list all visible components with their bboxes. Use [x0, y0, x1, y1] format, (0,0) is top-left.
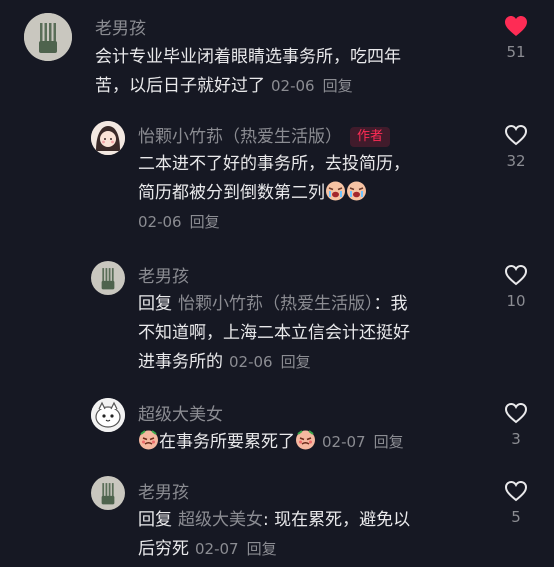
- comment-username[interactable]: 怡颗小竹荪（热爱生活版）: [138, 127, 342, 147]
- comment-date: 02-07: [195, 540, 239, 558]
- comment-date: 02-06: [229, 353, 273, 371]
- reply-to-user[interactable]: 怡颗小竹荪（热爱生活版）: [178, 294, 374, 314]
- comment-line: 二本进不了好的事务所，去投简历，: [138, 154, 410, 174]
- comment-text: 在事务所要累死了 02-07 回复: [138, 428, 404, 457]
- avatar[interactable]: [91, 476, 125, 510]
- like-count: 51: [506, 43, 526, 61]
- like-count: 5: [511, 508, 521, 526]
- reply-prefix: 回复: [138, 294, 172, 314]
- comment-line: 苦，以后日子就好过了 02-06 回复: [95, 76, 353, 96]
- reply-button[interactable]: 回复: [281, 353, 311, 371]
- angry-face-emoji: [295, 429, 316, 450]
- comment-line: 回复 超级大美女: 现在累死，避免以: [138, 510, 411, 530]
- heart-filled-icon: [505, 16, 527, 36]
- angry-face-emoji: [138, 429, 159, 450]
- reply-button[interactable]: 回复: [247, 540, 277, 558]
- heart-outline-icon: [504, 264, 528, 286]
- comment-line: 在事务所要累死了 02-07 回复: [138, 428, 404, 457]
- comment-date: 02-07: [322, 433, 366, 451]
- comment-date: 02-06: [138, 213, 182, 231]
- author-badge: 作者: [350, 127, 391, 147]
- comment-text: 回复 超级大美女: 现在累死，避免以 后穷死 02-07 回复: [138, 506, 410, 564]
- reply-button[interactable]: 回复: [374, 433, 404, 451]
- comb-avatar-icon: [91, 476, 125, 510]
- comment-line: 进事务所的 02-06 回复: [138, 352, 311, 372]
- like-button[interactable]: 51: [496, 15, 536, 61]
- like-button[interactable]: 5: [496, 480, 536, 526]
- comment-username[interactable]: 老男孩: [138, 478, 189, 503]
- like-button[interactable]: 10: [496, 264, 536, 310]
- reply-button[interactable]: 回复: [323, 77, 353, 95]
- avatar[interactable]: [91, 398, 125, 432]
- crying-face-emoji: [325, 180, 346, 201]
- cartoon-avatar-icon: [91, 398, 125, 432]
- comment-text: 二本进不了好的事务所，去投简历， 简历都被分到倒数第二列 02-06 回复: [138, 150, 410, 237]
- avatar[interactable]: [91, 261, 125, 295]
- heart-outline-icon: [504, 124, 528, 146]
- like-count: 32: [506, 152, 526, 170]
- reply-button[interactable]: 回复: [190, 213, 220, 231]
- like-button[interactable]: 3: [496, 402, 536, 448]
- comment-username[interactable]: 超级大美女: [138, 400, 223, 425]
- crying-face-emoji: [346, 180, 367, 201]
- comment-line: 简历都被分到倒数第二列: [138, 179, 410, 208]
- reply-to-user[interactable]: 超级大美女: [178, 510, 263, 530]
- heart-outline-icon: [504, 402, 528, 424]
- comment-line: 回复 怡颗小竹荪（热爱生活版）：我: [138, 294, 408, 314]
- comment-username-row: 怡颗小竹荪（热爱生活版） 作者: [138, 122, 391, 147]
- avatar[interactable]: [24, 13, 72, 61]
- comment-line: 不知道啊，上海二本立信会计还挺好: [138, 323, 410, 343]
- comment-username[interactable]: 老男孩: [95, 14, 146, 39]
- girl-avatar-icon: [91, 121, 125, 155]
- comment-text: 会计专业毕业闭着眼睛选事务所，吃四年 苦，以后日子就好过了 02-06 回复: [95, 43, 401, 101]
- comment-line: 会计专业毕业闭着眼睛选事务所，吃四年: [95, 47, 401, 67]
- avatar[interactable]: [91, 121, 125, 155]
- comb-avatar-icon: [91, 261, 125, 295]
- comment-line: 后穷死 02-07 回复: [138, 539, 277, 559]
- comment-date: 02-06: [271, 77, 315, 95]
- reply-prefix: 回复: [138, 510, 172, 530]
- comb-avatar-icon: [24, 13, 72, 61]
- like-button[interactable]: 32: [496, 124, 536, 170]
- comment-text: 回复 怡颗小竹荪（热爱生活版）：我 不知道啊，上海二本立信会计还挺好 进事务所的 0…: [138, 290, 410, 377]
- like-count: 10: [506, 292, 526, 310]
- comment-username[interactable]: 老男孩: [138, 262, 189, 287]
- heart-outline-icon: [504, 480, 528, 502]
- like-count: 3: [511, 430, 521, 448]
- comment-meta: 02-06 回复: [138, 208, 410, 237]
